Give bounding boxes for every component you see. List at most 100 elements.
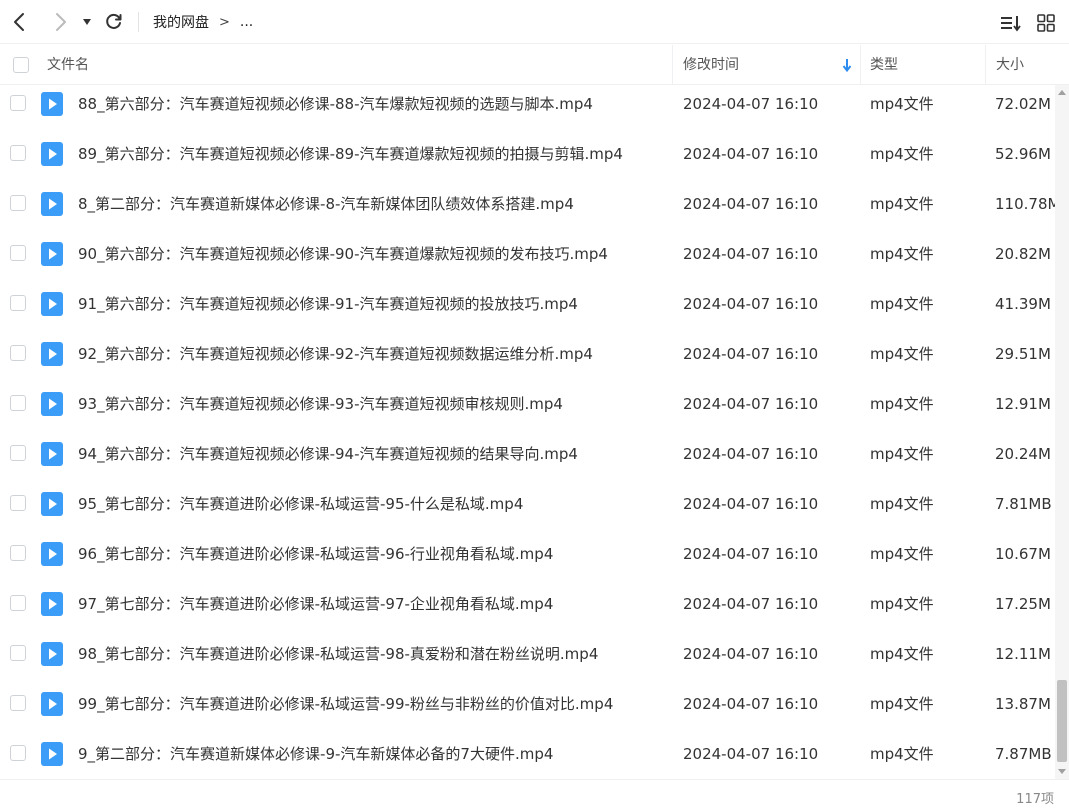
table-row[interactable]: 88_第六部分：汽车赛道短视频必修课-88-汽车爆款短视频的选题与脚本.mp4 2… [0,85,1056,134]
chevron-left-icon [14,13,24,31]
refresh-button[interactable] [100,8,128,36]
file-type: mp4文件 [870,745,934,763]
row-checkbox[interactable] [10,145,26,161]
back-button[interactable] [6,8,34,36]
table-row[interactable]: 8_第二部分：汽车赛道新媒体必修课-8-汽车新媒体团队绩效体系搭建.mp4 202… [0,184,1056,234]
column-divider[interactable] [672,45,673,85]
item-count: 117项 [1016,792,1054,807]
file-name[interactable]: 95_第七部分：汽车赛道进阶必修课-私域运营-95-什么是私域.mp4 [78,484,668,534]
vertical-scrollbar[interactable] [1055,85,1069,779]
header-modified[interactable]: 修改时间 [683,45,739,85]
file-size: 12.11M [995,645,1051,663]
table-row[interactable]: 95_第七部分：汽车赛道进阶必修课-私域运营-95-什么是私域.mp4 2024-… [0,484,1056,534]
row-checkbox[interactable] [10,445,26,461]
file-name[interactable]: 89_第六部分：汽车赛道短视频必修课-89-汽车赛道爆款短视频的拍摄与剪辑.mp… [78,134,668,184]
file-name[interactable]: 88_第六部分：汽车赛道短视频必修课-88-汽车爆款短视频的选题与脚本.mp4 [78,85,668,134]
file-name[interactable]: 9_第二部分：汽车赛道新媒体必修课-9-汽车新媒体必备的7大硬件.mp4 [78,734,668,779]
file-size: 12.91M [995,395,1051,413]
video-file-icon [41,142,63,166]
table-row[interactable]: 96_第七部分：汽车赛道进阶必修课-私域运营-96-行业视角看私域.mp4 202… [0,534,1056,584]
video-file-icon [41,492,63,516]
file-name[interactable]: 92_第六部分：汽车赛道短视频必修课-92-汽车赛道短视频数据运维分析.mp4 [78,334,668,384]
file-size: 52.96M [995,145,1051,163]
row-checkbox[interactable] [10,545,26,561]
header-size[interactable]: 大小 [996,45,1024,85]
file-name[interactable]: 93_第六部分：汽车赛道短视频必修课-93-汽车赛道短视频审核规则.mp4 [78,384,668,434]
file-size: 20.82M [995,245,1051,263]
table-row[interactable]: 97_第七部分：汽车赛道进阶必修课-私域运营-97-企业视角看私域.mp4 202… [0,584,1056,634]
row-checkbox[interactable] [10,595,26,611]
video-file-icon [41,342,63,366]
file-name[interactable]: 98_第七部分：汽车赛道进阶必修课-私域运营-98-真爱粉和潜在粉丝说明.mp4 [78,634,668,684]
row-checkbox[interactable] [10,495,26,511]
row-checkbox[interactable] [10,395,26,411]
video-file-icon [41,242,63,266]
file-type: mp4文件 [870,145,934,163]
video-file-icon [41,642,63,666]
breadcrumb-root[interactable]: 我的网盘 [153,12,209,32]
table-row[interactable]: 94_第六部分：汽车赛道短视频必修课-94-汽车赛道短视频的结果导向.mp4 20… [0,434,1056,484]
file-date: 2024-04-07 16:10 [683,395,819,413]
header-name[interactable]: 文件名 [47,45,89,85]
file-date: 2024-04-07 16:10 [683,295,819,313]
video-file-icon [41,192,63,216]
scroll-thumb[interactable] [1057,680,1067,762]
file-date: 2024-04-07 16:10 [683,645,819,663]
column-divider[interactable] [860,45,861,85]
row-checkbox[interactable] [10,295,26,311]
row-checkbox[interactable] [10,95,26,111]
row-checkbox[interactable] [10,695,26,711]
video-file-icon [41,592,63,616]
file-name[interactable]: 90_第六部分：汽车赛道短视频必修课-90-汽车赛道爆款短视频的发布技巧.mp4 [78,234,668,284]
grid-view-button[interactable] [1033,10,1059,36]
table-row[interactable]: 9_第二部分：汽车赛道新媒体必修课-9-汽车新媒体必备的7大硬件.mp4 2024… [0,734,1056,779]
file-type: mp4文件 [870,695,934,713]
table-row[interactable]: 98_第七部分：汽车赛道进阶必修课-私域运营-98-真爱粉和潜在粉丝说明.mp4… [0,634,1056,684]
scroll-down-arrow[interactable] [1058,769,1066,774]
video-file-icon [41,392,63,416]
row-checkbox[interactable] [10,745,26,761]
history-dropdown-button[interactable] [76,8,98,36]
file-name[interactable]: 94_第六部分：汽车赛道短视频必修课-94-汽车赛道短视频的结果导向.mp4 [78,434,668,484]
row-checkbox[interactable] [10,195,26,211]
file-date: 2024-04-07 16:10 [683,545,819,563]
sort-list-icon [1001,16,1021,32]
select-all-checkbox[interactable] [13,57,29,73]
breadcrumb-more[interactable]: ... [240,14,253,30]
video-file-icon [41,442,63,466]
row-checkbox[interactable] [10,245,26,261]
file-size: 13.87M [995,695,1051,713]
table-row[interactable]: 93_第六部分：汽车赛道短视频必修课-93-汽车赛道短视频审核规则.mp4 202… [0,384,1056,434]
file-name[interactable]: 91_第六部分：汽车赛道短视频必修课-91-汽车赛道短视频的投放技巧.mp4 [78,284,668,334]
table-row[interactable]: 90_第六部分：汽车赛道短视频必修课-90-汽车赛道爆款短视频的发布技巧.mp4… [0,234,1056,284]
file-name[interactable]: 97_第七部分：汽车赛道进阶必修课-私域运营-97-企业视角看私域.mp4 [78,584,668,634]
table-row[interactable]: 92_第六部分：汽车赛道短视频必修课-92-汽车赛道短视频数据运维分析.mp4 2… [0,334,1056,384]
table-row[interactable]: 91_第六部分：汽车赛道短视频必修课-91-汽车赛道短视频的投放技巧.mp4 20… [0,284,1056,334]
file-size: 110.78M [995,195,1056,213]
video-file-icon [41,92,63,116]
file-date: 2024-04-07 16:10 [683,495,819,513]
file-name[interactable]: 99_第七部分：汽车赛道进阶必修课-私域运营-99-粉丝与非粉丝的价值对比.mp… [78,684,668,734]
file-type: mp4文件 [870,395,934,413]
status-bar: 117项 [0,779,1069,809]
toolbar-divider [138,12,139,32]
header-type[interactable]: 类型 [870,45,898,85]
sort-button[interactable] [998,10,1024,36]
chevron-right-icon [56,13,66,31]
file-type: mp4文件 [870,645,934,663]
video-file-icon [41,542,63,566]
scroll-up-arrow[interactable] [1058,90,1066,95]
file-name[interactable]: 8_第二部分：汽车赛道新媒体必修课-8-汽车新媒体团队绩效体系搭建.mp4 [78,184,668,234]
file-size: 72.02M [995,95,1051,113]
table-header: 文件名 修改时间 类型 大小 [0,45,1069,85]
file-date: 2024-04-07 16:10 [683,445,819,463]
table-row[interactable]: 99_第七部分：汽车赛道进阶必修课-私域运营-99-粉丝与非粉丝的价值对比.mp… [0,684,1056,734]
file-date: 2024-04-07 16:10 [683,345,819,363]
forward-button[interactable] [46,8,74,36]
row-checkbox[interactable] [10,345,26,361]
column-divider[interactable] [985,45,986,85]
row-checkbox[interactable] [10,645,26,661]
table-row[interactable]: 89_第六部分：汽车赛道短视频必修课-89-汽车赛道爆款短视频的拍摄与剪辑.mp… [0,134,1056,184]
file-type: mp4文件 [870,95,934,113]
file-name[interactable]: 96_第七部分：汽车赛道进阶必修课-私域运营-96-行业视角看私域.mp4 [78,534,668,584]
